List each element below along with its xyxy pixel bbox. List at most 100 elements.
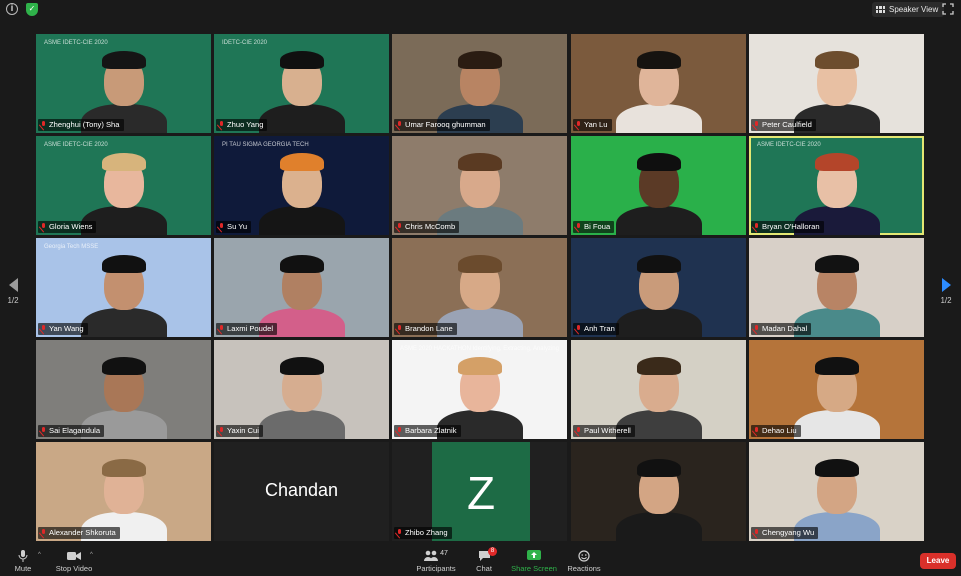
participant-hair (458, 357, 502, 375)
participant-hair (637, 459, 681, 477)
previous-page-button[interactable]: 1/2 (5, 278, 21, 305)
participant-hair (637, 51, 681, 69)
participant-video-tile[interactable]: Yaxin Cui (214, 340, 389, 439)
participant-video-tile[interactable]: Chengyang Wu (749, 442, 924, 541)
mute-options-caret-icon[interactable]: ^ (38, 552, 41, 558)
participant-name-tag: Dehao Liu (751, 425, 801, 437)
participant-video-tile[interactable]: ASME IDETC-CIE 2020 Gloria Wiens (36, 136, 211, 235)
participant-video-tile[interactable] (571, 442, 746, 541)
participant-video-tile[interactable]: Yan Lu (571, 34, 746, 133)
chevron-left-icon (8, 278, 18, 292)
participant-body (616, 104, 702, 133)
speaker-view-icon (876, 6, 885, 13)
participant-hair (458, 255, 502, 273)
share-screen-icon (511, 550, 557, 562)
mute-button[interactable]: Mute (10, 550, 36, 573)
speaker-view-label: Speaker View (889, 5, 939, 14)
participant-video-tile[interactable]: Anh Tran (571, 238, 746, 337)
participant-video-tile[interactable]: Paul Witherell (571, 340, 746, 439)
participant-video-tile[interactable]: Umar Farooq ghumman (392, 34, 567, 133)
mic-muted-icon (576, 121, 582, 129)
participant-video-tile[interactable]: Laxmi Poudel (214, 238, 389, 337)
fullscreen-icon[interactable] (942, 3, 954, 15)
meeting-toolbar: Mute ^ Stop Video ^ 47 Participants 8 Ch… (0, 546, 961, 576)
speaker-view-button[interactable]: Speaker View (872, 2, 945, 17)
participant-name: Chengyang Wu (762, 528, 815, 537)
participant-hair (637, 255, 681, 273)
security-shield-icon[interactable]: ✓ (26, 3, 38, 16)
participant-hair (815, 153, 859, 171)
mic-muted-icon (219, 223, 225, 231)
participant-video-tile[interactable]: Chris McComb (392, 136, 567, 235)
participant-name-tag: Paul Witherell (573, 425, 635, 437)
virtual-background-text: ASME IDETC-CIE 2020 (44, 40, 108, 46)
mic-muted-icon (754, 223, 760, 231)
share-screen-button[interactable]: Share Screen (511, 550, 557, 573)
participant-body (259, 206, 345, 235)
participant-video-tile[interactable]: Madan Dahal (749, 238, 924, 337)
emoji-reaction-icon (566, 550, 602, 562)
participants-button[interactable]: 47 Participants (416, 550, 456, 573)
participant-hair (102, 51, 146, 69)
participant-name: Gloria Wiens (49, 222, 93, 231)
participant-video-tile[interactable]: ASME IDETC-CIE 2020 Bryan O'Halloran (749, 136, 924, 235)
mic-muted-icon (754, 427, 760, 435)
info-icon[interactable]: i (6, 3, 18, 15)
participant-hair (280, 153, 324, 171)
participant-name-tag: Alexander Shkoruta (38, 527, 120, 539)
mic-muted-icon (397, 325, 403, 333)
participant-name-tag: Madan Dahal (751, 323, 812, 335)
mic-muted-icon (397, 427, 403, 435)
participant-name: Anh Tran (584, 324, 615, 333)
virtual-background-text: ASME IDETC-CIE 2020 (757, 142, 821, 148)
stop-video-button[interactable]: Stop Video (54, 550, 94, 573)
participant-hair (815, 51, 859, 69)
participant-name: Su Yu (227, 222, 248, 231)
participants-icon (424, 550, 439, 561)
participant-body (616, 308, 702, 337)
participant-video-tile[interactable]: Sai Elagandula (36, 340, 211, 439)
participant-name-tag: Yan Lu (573, 119, 612, 131)
participant-name-tag: Umar Farooq ghumman (394, 119, 490, 131)
participant-video-tile[interactable]: ASME IDETC-CIE 2020 Zhenghui (Tony) Sha (36, 34, 211, 133)
mic-muted-icon (576, 223, 582, 231)
reactions-button[interactable]: Reactions (566, 550, 602, 573)
participant-hair (280, 255, 324, 273)
previous-page-label: 1/2 (7, 296, 19, 305)
mic-muted-icon (41, 427, 47, 435)
participant-video-tile[interactable]: Brandon Lane (392, 238, 567, 337)
participant-name-tag: Chengyang Wu (751, 527, 819, 539)
participant-video-tile[interactable]: Dehao Liu (749, 340, 924, 439)
participant-name: Laxmi Poudel (227, 324, 274, 333)
virtual-background-text: ASME IDETC-CIE 2020 (44, 142, 108, 148)
participant-hair (280, 357, 324, 375)
participant-video-tile[interactable]: IDETC-CIE 2020 Zhuo Yang (214, 34, 389, 133)
participant-name: Bryan O'Halloran (762, 222, 820, 231)
avatar-initial: Z (466, 467, 496, 519)
mic-muted-icon (41, 325, 47, 333)
participant-video-tile[interactable]: Z Zhibo Zhang (392, 442, 567, 541)
participant-hair (102, 153, 146, 171)
participant-hair (815, 459, 859, 477)
participant-name-tag: Zhenghui (Tony) Sha (38, 119, 124, 131)
participant-video-tile[interactable]: Chandan (214, 442, 389, 541)
participant-body (794, 410, 880, 439)
next-page-button[interactable]: 1/2 (938, 278, 954, 305)
participant-video-tile[interactable]: Peter Caulfield (749, 34, 924, 133)
participant-name: Madan Dahal (762, 324, 808, 333)
leave-button[interactable]: Leave (920, 553, 956, 569)
participant-hair (637, 357, 681, 375)
participant-video-tile[interactable]: Bi Foua (571, 136, 746, 235)
mic-muted-icon (754, 121, 760, 129)
video-options-caret-icon[interactable]: ^ (90, 552, 93, 558)
participant-video-tile[interactable]: Alexander Shkoruta (36, 442, 211, 541)
participant-hair (102, 357, 146, 375)
participant-name: Chris McComb (405, 222, 456, 231)
participant-name-tag: Laxmi Poudel (216, 323, 278, 335)
chat-button[interactable]: 8 Chat (472, 547, 497, 573)
participant-video-tile[interactable]: Georgia Tech MSSE Yan Wang (36, 238, 211, 337)
chat-label: Chat (476, 564, 492, 573)
participant-name-tag: Yaxin Cui (216, 425, 263, 437)
participant-video-tile[interactable]: PI TAU SIGMA GEORGIA TECH Su Yu (214, 136, 389, 235)
participant-video-tile[interactable]: ASME 2020 HACKATHON Identifying, Extract… (392, 340, 567, 439)
